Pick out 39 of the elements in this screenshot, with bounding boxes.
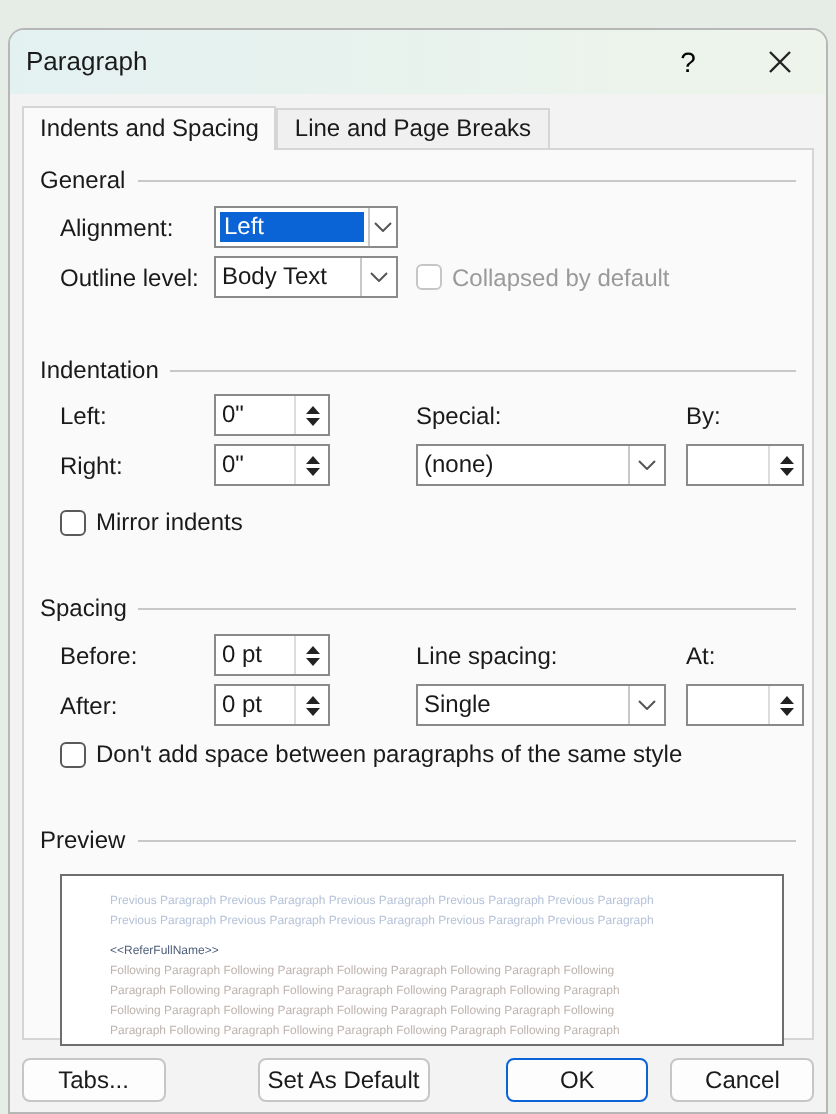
field-label: At:: [686, 639, 718, 673]
field-label: Before:: [60, 639, 140, 673]
help-button[interactable]: ?: [642, 30, 734, 94]
dropdown[interactable]: Body Text: [214, 256, 398, 298]
field-label: Special:: [416, 399, 504, 433]
checkbox-label: Mirror indents: [96, 506, 243, 540]
field-label: Right:: [60, 449, 125, 483]
field-label: Left:: [60, 399, 109, 433]
ok-button[interactable]: OK: [505, 1058, 649, 1102]
field-label: Alignment:: [60, 211, 176, 245]
dropdown[interactable]: Left: [214, 206, 398, 248]
group-label: Preview: [40, 824, 126, 858]
field-label: Line spacing:: [416, 639, 560, 673]
tab[interactable]: Indents and Spacing: [22, 106, 277, 150]
spin-field[interactable]: 0 pt: [214, 684, 330, 726]
set-default-button[interactable]: Set As Default: [257, 1058, 430, 1102]
group-label: Spacing: [40, 592, 127, 626]
close-icon: [768, 50, 792, 74]
checkbox[interactable]: [60, 509, 86, 535]
tabs-button[interactable]: Tabs...: [22, 1058, 166, 1102]
spin-field[interactable]: 0 pt: [214, 634, 330, 676]
spin-field[interactable]: 0": [214, 444, 330, 486]
checkbox[interactable]: [60, 741, 86, 767]
field-label: Outline level:: [60, 261, 201, 295]
cancel-button[interactable]: Cancel: [670, 1058, 815, 1102]
tab[interactable]: Line and Page Breaks: [276, 108, 550, 148]
dropdown[interactable]: Single: [416, 684, 666, 726]
field-label: By:: [686, 399, 723, 433]
group-label: Indentation: [40, 354, 159, 388]
window-title: Paragraph: [26, 44, 150, 81]
group-label: General: [40, 164, 126, 198]
dropdown-caret-icon: [368, 208, 396, 246]
spin-field[interactable]: [686, 684, 804, 726]
spin-field[interactable]: [686, 444, 804, 486]
checkbox-label: Collapsed by default: [452, 261, 670, 295]
dropdown[interactable]: (none): [416, 444, 666, 486]
field-label: After:: [60, 689, 120, 723]
spin-field[interactable]: 0": [214, 394, 330, 436]
checkbox-label: Don't add space between paragraphs of the same style: [96, 738, 683, 772]
